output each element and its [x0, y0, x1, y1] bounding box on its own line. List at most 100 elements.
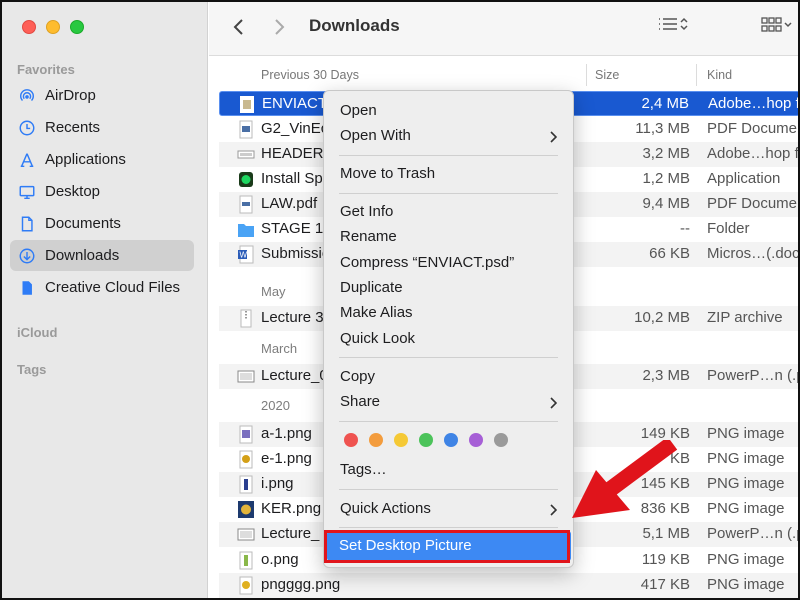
list-view-button[interactable]	[657, 16, 689, 32]
sidebar: Favorites AirDrop Recents Applications D…	[0, 0, 208, 600]
menu-item-duplicate[interactable]: Duplicate	[340, 279, 403, 296]
file-size: 11,3 MB	[635, 120, 690, 137]
menu-separator	[339, 421, 558, 422]
file-size: 2,4 MB	[641, 95, 689, 112]
folder-icon	[237, 220, 255, 239]
tag-gray-button[interactable]	[494, 433, 508, 447]
sidebar-item-label: Creative Cloud Files	[45, 279, 181, 296]
chevron-right-icon	[275, 19, 285, 35]
column-header-size[interactable]: Size	[595, 68, 619, 82]
list-icon	[659, 18, 677, 30]
tag-blue-button[interactable]	[444, 433, 458, 447]
chevron-updown-icon	[680, 17, 688, 31]
application-icon	[237, 170, 255, 189]
file-kind: PDF Document	[707, 120, 800, 137]
chevron-down-icon	[784, 22, 792, 28]
menu-item-copy[interactable]: Copy	[340, 368, 375, 385]
tag-orange-button[interactable]	[369, 433, 383, 447]
sidebar-item-applications[interactable]: Applications	[10, 144, 194, 175]
file-name: a-1.png	[261, 425, 312, 442]
red-arrow-annotation	[572, 440, 678, 518]
window-controls	[22, 20, 84, 34]
sidebar-item-documents[interactable]: Documents	[10, 208, 194, 239]
zoom-window-button[interactable]	[70, 20, 84, 34]
file-size: 119 KB	[641, 551, 690, 568]
menu-item-tags[interactable]: Tags…	[340, 461, 387, 478]
sidebar-item-creative-cloud-files[interactable]: Creative Cloud Files	[10, 272, 194, 303]
forward-button[interactable]	[267, 15, 291, 39]
file-kind: Micros…(.docx)	[707, 245, 800, 262]
tag-color-picker	[344, 433, 508, 447]
clock-icon	[17, 118, 37, 138]
file-size: --	[680, 220, 690, 237]
png-file-icon	[237, 551, 255, 570]
menu-item-compress[interactable]: Compress “ENVIACT.psd”	[340, 254, 514, 271]
file-kind: PNG image	[707, 551, 785, 568]
menu-separator	[339, 527, 558, 528]
desktop-icon	[17, 182, 37, 202]
menu-separator	[339, 155, 558, 156]
file-name: pngggg.png	[261, 576, 341, 593]
pdf-file-icon	[237, 120, 255, 139]
column-divider[interactable]	[696, 64, 697, 86]
png-file-icon	[237, 576, 255, 595]
tag-red-button[interactable]	[344, 433, 358, 447]
sidebar-item-label: Desktop	[45, 183, 101, 200]
sidebar-item-downloads[interactable]: Downloads	[10, 240, 194, 271]
tag-green-button[interactable]	[419, 433, 433, 447]
chevron-right-icon	[550, 131, 557, 143]
sidebar-item-label: Applications	[45, 151, 126, 168]
menu-item-quick-look[interactable]: Quick Look	[340, 330, 415, 347]
menu-item-share[interactable]: Share	[340, 393, 380, 410]
tag-yellow-button[interactable]	[394, 433, 408, 447]
column-header-name[interactable]: Previous 30 Days	[261, 68, 359, 82]
psd-file-icon	[237, 145, 255, 164]
sidebar-item-airdrop[interactable]: AirDrop	[10, 80, 194, 111]
word-file-icon: W	[237, 245, 255, 264]
menu-item-open[interactable]: Open	[340, 102, 377, 119]
file-name: Lecture 3	[261, 309, 324, 326]
sidebar-item-label: Documents	[45, 215, 121, 232]
file-kind: PDF Document	[707, 195, 800, 212]
document-icon	[17, 214, 37, 234]
sidebar-item-label: AirDrop	[45, 87, 96, 104]
png-file-icon	[237, 450, 255, 469]
close-window-button[interactable]	[22, 20, 36, 34]
grid-icon	[761, 17, 782, 32]
menu-item-quick-actions[interactable]: Quick Actions	[340, 500, 431, 517]
menu-item-move-to-trash[interactable]: Move to Trash	[340, 165, 435, 182]
file-size: 417 KB	[640, 576, 690, 593]
file-name: KER.png	[261, 500, 322, 517]
menu-separator	[339, 489, 558, 490]
column-header-kind[interactable]: Kind	[707, 68, 732, 82]
menu-item-rename[interactable]: Rename	[340, 228, 397, 245]
column-divider[interactable]	[586, 64, 587, 86]
group-header-may: May	[261, 284, 286, 299]
file-name: G2_VinEco	[261, 120, 325, 137]
group-view-button[interactable]	[761, 16, 793, 34]
file-kind: PowerP…n (.pptx)	[707, 367, 800, 384]
sidebar-item-recents[interactable]: Recents	[10, 112, 194, 143]
menu-item-make-alias[interactable]: Make Alias	[340, 304, 413, 321]
chevron-right-icon	[550, 504, 557, 516]
sidebar-item-label: Downloads	[45, 247, 120, 264]
back-button[interactable]	[227, 15, 251, 39]
menu-item-open-with[interactable]: Open With	[340, 127, 411, 144]
file-name: Install Spotify	[261, 170, 325, 187]
sidebar-section-tags: Tags	[17, 362, 47, 377]
menu-item-get-info[interactable]: Get Info	[340, 203, 393, 220]
menu-item-set-desktop-picture[interactable]: Set Desktop Picture	[339, 537, 472, 554]
file-row[interactable]: pngggg.png 417 KB PNG image	[219, 573, 800, 598]
file-size: 9,4 MB	[642, 195, 690, 212]
file-size: 66 KB	[649, 245, 690, 262]
minimize-window-button[interactable]	[46, 20, 60, 34]
sidebar-item-desktop[interactable]: Desktop	[10, 176, 194, 207]
pdf-file-icon	[237, 195, 255, 214]
tag-purple-button[interactable]	[469, 433, 483, 447]
file-name: LAW.pdf	[261, 195, 318, 212]
pptx-file-icon	[237, 367, 255, 386]
file-size: 10,2 MB	[634, 309, 690, 326]
file-size: 2,3 MB	[642, 367, 690, 384]
chevron-right-icon	[550, 397, 557, 409]
svg-text:W: W	[240, 251, 248, 260]
